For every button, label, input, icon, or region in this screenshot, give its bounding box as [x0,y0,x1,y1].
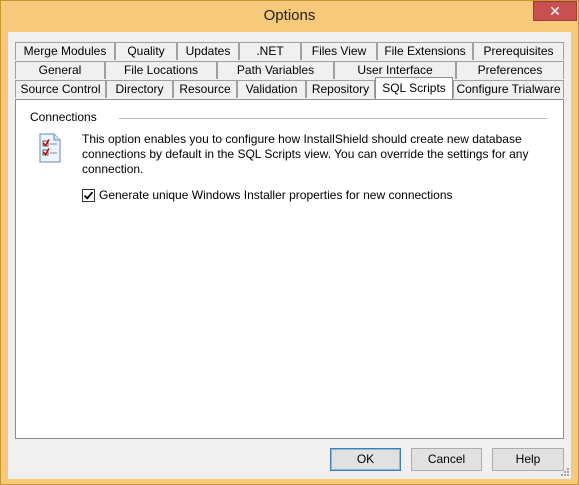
tab-resource[interactable]: Resource [173,80,237,98]
resize-grip-icon[interactable] [560,467,570,477]
checkmark-icon [83,191,94,200]
tab-repository[interactable]: Repository [306,80,375,98]
ok-button[interactable]: OK [330,448,401,471]
tab-updates[interactable]: Updates [177,42,239,60]
generate-properties-label[interactable]: Generate unique Windows Installer proper… [99,188,453,203]
cancel-button[interactable]: Cancel [411,448,482,471]
tab-file-extensions[interactable]: File Extensions [377,42,473,60]
close-icon: ✕ [549,3,561,19]
tab-dotnet[interactable]: .NET [239,42,301,60]
dialog-client: Merge Modules Quality Updates .NET Files… [8,32,571,479]
connections-group-label: Connections [30,110,97,124]
tab-prerequisites[interactable]: Prerequisites [473,42,564,60]
tab-source-control[interactable]: Source Control [15,80,106,98]
generate-properties-checkbox[interactable] [82,189,95,202]
tab-sql-scripts[interactable]: SQL Scripts [375,77,453,99]
options-window: Options ✕ Merge Modules Quality Updates … [0,0,579,485]
description-text: This option enables you to configure how… [82,132,529,176]
tab-general[interactable]: General [15,61,105,79]
sql-scripts-panel: Connections This option enables you to c… [15,99,564,439]
tab-file-locations[interactable]: File Locations [105,61,217,79]
title-bar[interactable]: Options ✕ [1,1,578,32]
tab-quality[interactable]: Quality [115,42,177,60]
checklist-icon [39,133,61,163]
group-divider [119,118,547,119]
tab-merge-modules[interactable]: Merge Modules [15,42,115,60]
tab-validation[interactable]: Validation [237,80,306,98]
tab-directory[interactable]: Directory [106,80,173,98]
help-button[interactable]: Help [492,448,564,471]
tab-configure-trialware[interactable]: Configure Trialware [453,80,564,98]
close-button[interactable]: ✕ [533,1,577,21]
tab-files-view[interactable]: Files View [301,42,377,60]
tab-preferences[interactable]: Preferences [456,61,564,79]
window-title: Options [263,7,316,24]
tab-path-variables[interactable]: Path Variables [217,61,334,79]
